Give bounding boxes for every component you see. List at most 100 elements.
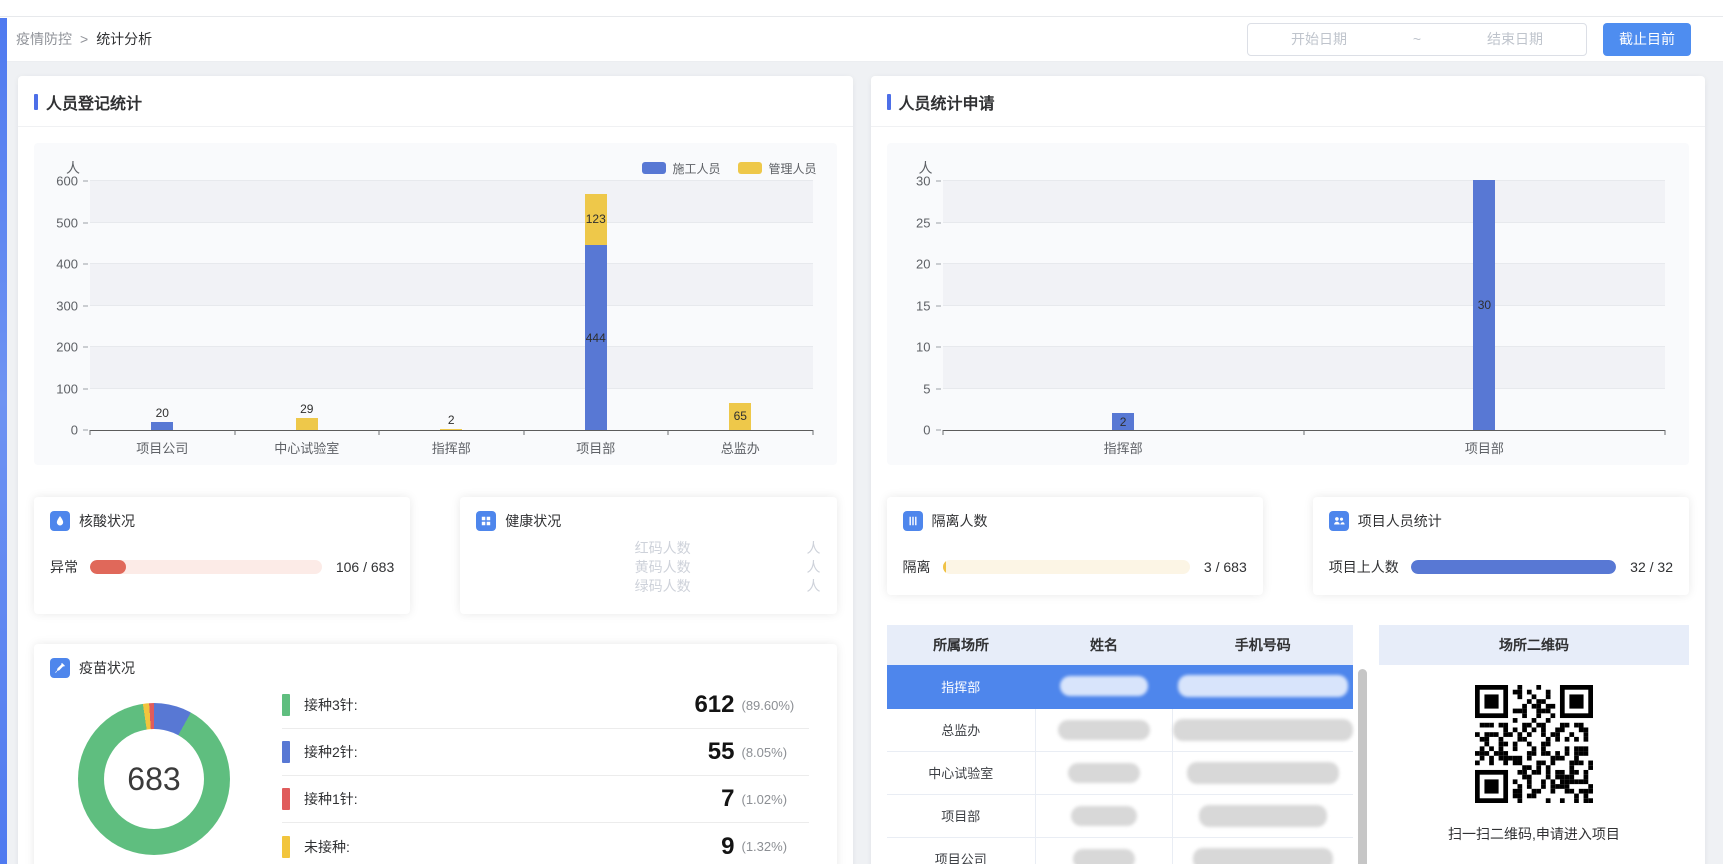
column-header-phone: 手机号码 — [1172, 625, 1353, 665]
table-row[interactable]: 项目公司 — [887, 837, 1354, 864]
application-bar-chart: 人 051015202530230 指挥部项目部 — [887, 143, 1690, 465]
gridline — [90, 305, 813, 306]
column-header-place: 所属场所 — [887, 625, 1036, 665]
grid-icon — [476, 511, 496, 531]
progress-label: 隔离 — [903, 557, 931, 577]
to-date-button[interactable]: 截止目前 — [1603, 23, 1691, 56]
registration-bar-chart: 人 施工人员管理人员 01002003004005006002029244412… — [34, 143, 837, 465]
y-axis-tick — [936, 347, 941, 348]
phone-cell-redacted — [1172, 751, 1353, 794]
place-cell: 总监办 — [887, 708, 1036, 751]
y-axis-tick — [936, 305, 941, 306]
y-axis-tick — [83, 181, 88, 182]
progress-value: 32 / 32 — [1630, 559, 1673, 575]
table-row[interactable]: 总监办 — [887, 708, 1354, 751]
plot-band — [943, 347, 1666, 389]
vaccine-count: 55 — [708, 738, 735, 766]
legend-item[interactable]: 管理人员 — [738, 160, 816, 177]
date-range-picker[interactable]: 开始日期 ~ 结束日期 — [1247, 23, 1587, 56]
health-row-unit: 人 — [807, 539, 821, 558]
y-axis-tick — [83, 222, 88, 223]
vaccine-legend-row: 未接种:9(1.32%) — [282, 823, 809, 864]
window-top-seam — [0, 0, 1723, 17]
bar-segment — [151, 422, 173, 430]
y-axis-label: 15 — [916, 298, 930, 313]
y-axis-label: 600 — [56, 174, 78, 189]
name-cell-redacted — [1036, 665, 1173, 708]
place-cell: 项目部 — [887, 794, 1036, 837]
people-icon — [1329, 511, 1349, 531]
legend-chip — [282, 741, 290, 763]
gridline — [90, 346, 813, 347]
plot-band — [90, 223, 813, 265]
date-range-separator: ~ — [1413, 31, 1421, 47]
redacted-name-blob — [1060, 676, 1148, 696]
progress-label: 项目上人数 — [1329, 557, 1399, 577]
table-row[interactable]: 项目部 — [887, 794, 1354, 837]
phone-cell-redacted — [1172, 708, 1353, 751]
redacted-phone-blob — [1173, 719, 1353, 741]
progress-value: 106 / 683 — [336, 559, 394, 575]
x-axis: 项目公司中心试验室指挥部项目部总监办 — [90, 431, 813, 457]
syringe-icon — [50, 658, 70, 678]
y-axis-tick — [83, 430, 88, 431]
phone-cell-redacted — [1172, 665, 1353, 708]
plot-band — [943, 306, 1666, 348]
progress-value: 3 / 683 — [1204, 559, 1247, 575]
legend-chip — [738, 162, 762, 174]
droplet-icon — [50, 511, 70, 531]
vaccine-legend-row: 接种3针:612(89.60%) — [282, 682, 809, 729]
bar-segment — [296, 418, 318, 430]
application-panel: 人员统计申请 人 051015202530230 指挥部项目部 隔离人数 — [871, 76, 1706, 864]
progress-label: 异常 — [50, 557, 78, 577]
y-axis-label: 20 — [916, 257, 930, 272]
vaccine-legend-label: 接种2针: — [304, 742, 358, 762]
table-row[interactable]: 中心试验室 — [887, 751, 1354, 794]
name-cell-redacted — [1036, 837, 1173, 864]
y-axis-label: 400 — [56, 257, 78, 272]
plot-band — [90, 264, 813, 306]
vaccine-legend-row: 接种1针:7(1.02%) — [282, 776, 809, 823]
left-edge-strip — [0, 18, 7, 864]
y-axis-label: 100 — [56, 381, 78, 396]
end-date-input[interactable]: 结束日期 — [1487, 29, 1543, 49]
health-rows: 红码人数人黄码人数人绿码人数人 — [476, 539, 820, 596]
top-bar: 疫情防控 > 统计分析 开始日期 ~ 结束日期 截止目前 — [0, 17, 1723, 62]
redacted-phone-blob — [1187, 762, 1339, 784]
redacted-phone-blob — [1199, 805, 1327, 827]
card-title: 隔离人数 — [932, 511, 988, 531]
vaccine-count: 612 — [694, 691, 734, 719]
gridline — [943, 263, 1666, 264]
y-axis-tick — [83, 264, 88, 265]
plot-band — [943, 389, 1666, 431]
y-axis-label: 500 — [56, 215, 78, 230]
bar-value-label: 20 — [140, 405, 184, 421]
redacted-phone-blob — [1193, 848, 1333, 864]
place-cell: 项目公司 — [887, 837, 1036, 864]
place-cell: 指挥部 — [887, 665, 1036, 708]
y-axis-tick — [936, 430, 941, 431]
legend-chip — [282, 836, 290, 858]
gridline — [943, 346, 1666, 347]
x-axis-category-label: 总监办 — [721, 438, 760, 457]
y-axis-tick — [83, 347, 88, 348]
bars-icon — [903, 511, 923, 531]
progress-fill — [1411, 560, 1616, 574]
vaccine-count: 9 — [721, 833, 734, 861]
bar-value-label: 2 — [429, 412, 473, 428]
table-scrollbar[interactable] — [1358, 669, 1367, 864]
gridline — [90, 388, 813, 389]
vaccine-legend-label: 接种1针: — [304, 789, 358, 809]
qr-caption: 扫一扫二维码,申请进入项目 — [1379, 824, 1689, 844]
table-row[interactable]: 指挥部 — [887, 665, 1354, 708]
plot-area: 01002003004005006002029244412365 — [90, 181, 813, 431]
phone-cell-redacted — [1172, 837, 1353, 864]
start-date-input[interactable]: 开始日期 — [1291, 29, 1347, 49]
qr-column-header: 场所二维码 — [1379, 625, 1689, 665]
plot-band — [90, 306, 813, 348]
legend-item[interactable]: 施工人员 — [642, 160, 720, 177]
breadcrumb-parent[interactable]: 疫情防控 — [16, 29, 72, 49]
table-header-row: 所属场所 姓名 手机号码 — [887, 625, 1354, 665]
x-axis: 指挥部项目部 — [943, 431, 1666, 457]
registration-panel: 人员登记统计 人 施工人员管理人员 0100200300400500600202… — [18, 76, 853, 864]
